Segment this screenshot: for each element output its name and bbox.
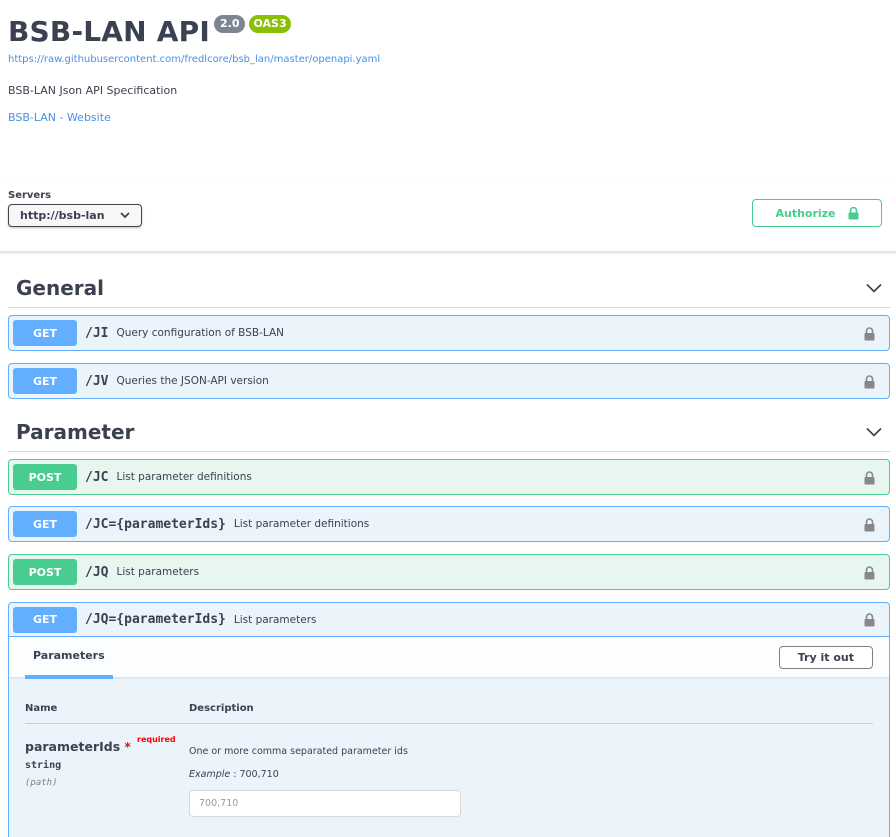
lock-icon[interactable] bbox=[864, 471, 875, 485]
required-label: required bbox=[137, 735, 176, 744]
api-title: BSB-LAN API bbox=[8, 15, 210, 48]
operation-path: /JC bbox=[85, 469, 109, 485]
lock-icon[interactable] bbox=[864, 613, 875, 627]
operation-summary: List parameters bbox=[116, 566, 200, 578]
parameter-location: (path) bbox=[25, 778, 58, 788]
table-divider bbox=[25, 723, 873, 724]
operation-get-ji[interactable]: GET /JI Query configuration of BSB-LAN bbox=[8, 315, 890, 351]
operation-summary: Queries the JSON-API version bbox=[116, 375, 269, 387]
servers-label: Servers bbox=[8, 190, 52, 201]
method-badge: POST bbox=[13, 464, 77, 490]
method-badge: GET bbox=[13, 606, 77, 633]
lock-icon[interactable] bbox=[864, 518, 875, 532]
lock-icon[interactable] bbox=[864, 375, 875, 389]
operation-summary: List parameter definitions bbox=[233, 518, 370, 530]
server-select-value: http://bsb-lan bbox=[20, 209, 105, 222]
operation-path: /JC={parameterIds} bbox=[85, 516, 226, 532]
tab-parameters[interactable]: Parameters bbox=[25, 636, 113, 679]
tag-name: General bbox=[16, 275, 104, 300]
parameter-description: One or more comma separated parameter id… bbox=[189, 746, 408, 757]
parameter-type: string bbox=[25, 760, 62, 771]
website-link[interactable]: BSB-LAN - Website bbox=[8, 111, 888, 125]
method-badge: GET bbox=[13, 368, 77, 394]
lock-icon[interactable] bbox=[864, 566, 875, 580]
parameters-table: Name Description parameterIds * required… bbox=[9, 677, 889, 837]
api-description: BSB-LAN Json API Specification bbox=[8, 84, 178, 97]
oas-badge: OAS3 bbox=[249, 15, 291, 33]
version-badge: 2.0 bbox=[213, 15, 246, 33]
tag-section-general: General bbox=[8, 268, 890, 308]
authorize-button[interactable]: Authorize bbox=[752, 199, 882, 227]
operation-get-jc-ids[interactable]: GET /JC={parameterIds} List parameter de… bbox=[8, 506, 890, 542]
column-header-name: Name bbox=[25, 703, 58, 714]
try-it-out-button[interactable]: Try it out bbox=[778, 645, 873, 669]
tag-name: Parameter bbox=[16, 419, 135, 444]
parameter-input[interactable]: 700,710 bbox=[189, 790, 461, 817]
method-badge: GET bbox=[13, 511, 77, 537]
authorize-label: Authorize bbox=[775, 206, 836, 220]
example-label: Example bbox=[189, 769, 231, 780]
chevron-down-icon bbox=[120, 212, 130, 219]
chevron-down-icon bbox=[866, 283, 882, 293]
tag-header-parameter[interactable]: Parameter bbox=[8, 412, 890, 452]
operation-path: /JI bbox=[85, 325, 109, 341]
operation-get-jq-ids-expanded: GET /JQ={parameterIds} List parameters P… bbox=[8, 602, 890, 837]
chevron-down-icon bbox=[866, 427, 882, 437]
operation-summary: List parameter definitions bbox=[116, 471, 252, 483]
parameters-bar: Parameters Try it out bbox=[9, 636, 889, 679]
method-badge: GET bbox=[13, 320, 77, 346]
example-value: : 700,710 bbox=[233, 769, 279, 780]
operation-path: /JQ bbox=[85, 564, 109, 580]
lock-icon[interactable] bbox=[864, 327, 875, 341]
parameter-name: parameterIds * bbox=[25, 739, 131, 754]
server-select[interactable]: http://bsb-lan bbox=[8, 204, 142, 227]
operation-summary: List parameters bbox=[233, 613, 317, 626]
scheme-container: Servers http://bsb-lan Authorize bbox=[0, 182, 896, 252]
spec-url-link[interactable]: https://raw.githubusercontent.com/fredlc… bbox=[8, 53, 888, 67]
operation-get-jv[interactable]: GET /JV Queries the JSON-API version bbox=[8, 363, 890, 399]
operation-summary: Query configuration of BSB-LAN bbox=[116, 327, 284, 339]
title-row: BSB-LAN API 2.0 OAS3 bbox=[8, 0, 888, 50]
unlocked-icon bbox=[848, 206, 859, 219]
operation-header[interactable]: GET /JQ={parameterIds} List parameters bbox=[9, 603, 889, 637]
tag-section-parameter: Parameter bbox=[8, 412, 890, 452]
operation-post-jq[interactable]: POST /JQ List parameters bbox=[8, 554, 890, 590]
column-header-description: Description bbox=[189, 703, 254, 714]
operation-path: /JQ={parameterIds} bbox=[85, 612, 226, 627]
method-badge: POST bbox=[13, 559, 77, 585]
parameter-example: Example : 700,710 bbox=[189, 769, 279, 780]
operation-post-jc[interactable]: POST /JC List parameter definitions bbox=[8, 459, 890, 495]
required-star: * bbox=[124, 740, 131, 754]
operation-path: /JV bbox=[85, 373, 109, 389]
api-info: BSB-LAN API 2.0 OAS3 https://raw.githubu… bbox=[0, 0, 896, 125]
tag-header-general[interactable]: General bbox=[8, 268, 890, 308]
